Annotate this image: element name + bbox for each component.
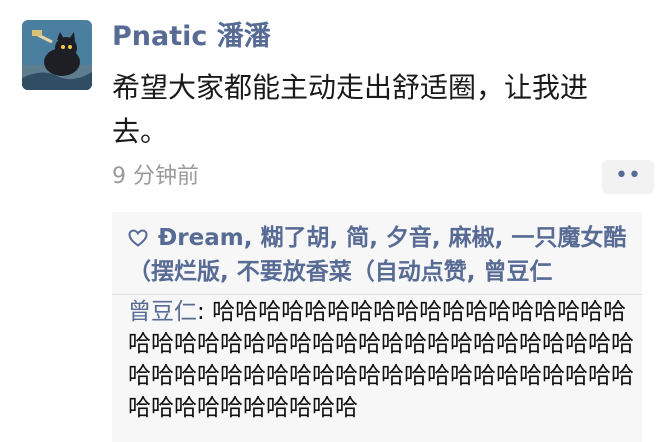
avatar-image <box>22 20 92 90</box>
comment-item[interactable]: 曾豆仁: 哈哈哈哈哈哈哈哈哈哈哈哈哈哈哈哈哈哈哈哈哈哈哈哈哈哈哈哈哈哈哈哈哈哈哈… <box>128 296 634 424</box>
divider <box>112 294 642 295</box>
likes-names[interactable]: Đream, 糊了胡, 简, 夕音, 麻椒, 一只魔女酷（摆烂版, 不要放香菜（… <box>128 225 626 285</box>
post-text: 希望大家都能主动走出舒适圈，让我进去。 <box>112 71 589 148</box>
likes-list: Đream, 糊了胡, 简, 夕音, 麻椒, 一只魔女酷（摆烂版, 不要放香菜（… <box>128 222 633 288</box>
avatar[interactable] <box>22 20 92 90</box>
comment-author[interactable]: 曾豆仁 <box>128 299 197 325</box>
post-timestamp: 9 分钟前 <box>112 164 199 189</box>
more-actions-button[interactable]: •• <box>602 160 654 194</box>
author-name[interactable]: Pnatic 潘潘 <box>112 20 271 54</box>
heart-icon <box>128 224 150 256</box>
interaction-panel: Đream, 糊了胡, 简, 夕音, 麻椒, 一只魔女酷（摆烂版, 不要放香菜（… <box>112 212 642 442</box>
comment-separator: : <box>197 299 213 325</box>
